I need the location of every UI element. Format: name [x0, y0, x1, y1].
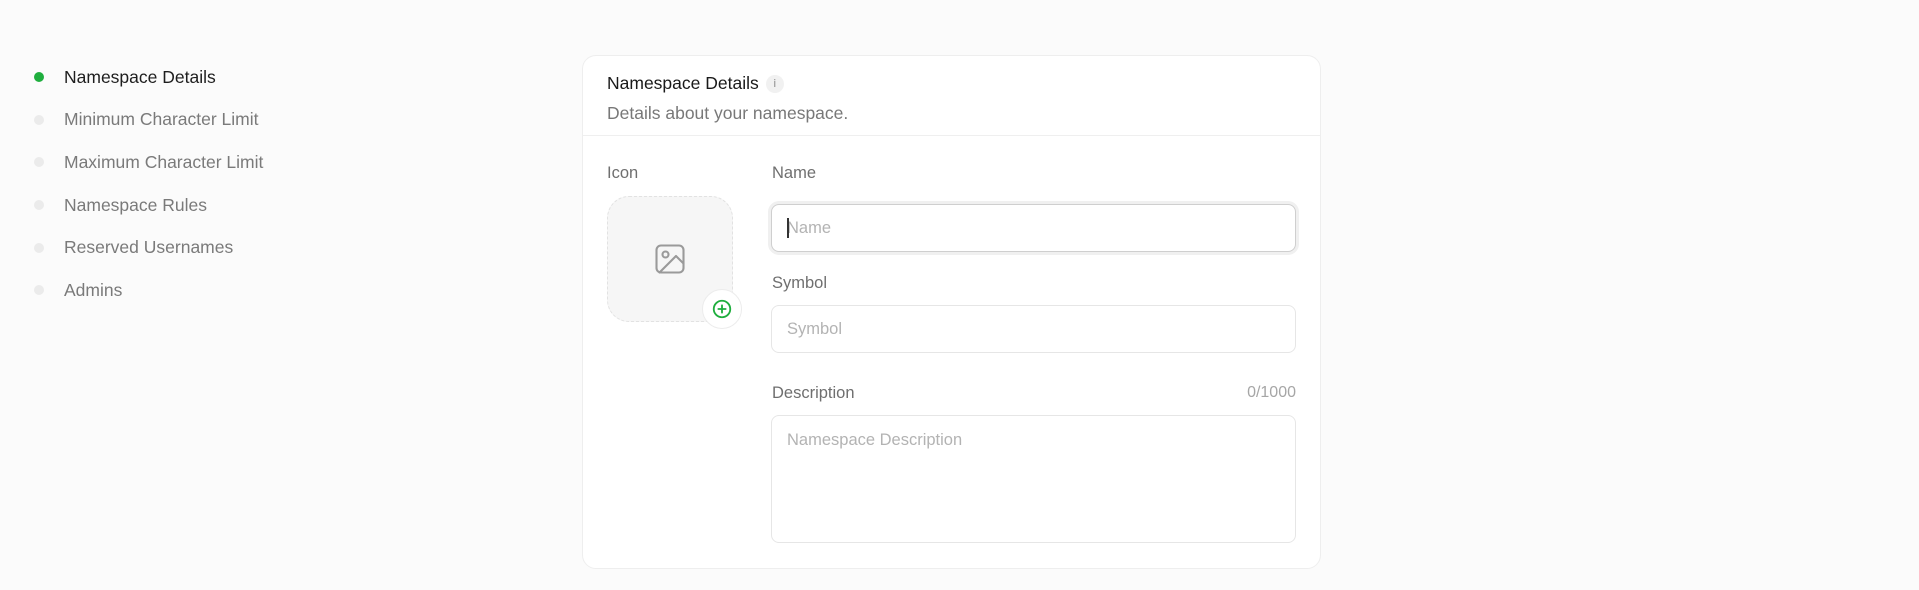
- plus-circle-icon: [712, 299, 732, 319]
- step-label: Namespace Rules: [64, 194, 207, 215]
- text-caret: [787, 218, 789, 238]
- name-input[interactable]: [771, 204, 1296, 252]
- step-indicator-active: [34, 72, 44, 83]
- add-icon-button[interactable]: [702, 289, 742, 329]
- symbol-input[interactable]: [771, 305, 1296, 353]
- step-indicator: [34, 285, 44, 296]
- card-title-row: Namespace Details i: [607, 73, 1296, 94]
- step-navigation: Namespace Details Minimum Character Limi…: [30, 56, 263, 312]
- icon-field-label: Icon: [607, 164, 639, 182]
- card-title: Namespace Details: [607, 73, 759, 93]
- step-label: Namespace Details: [64, 66, 216, 87]
- card-subtitle: Details about your namespace.: [607, 103, 849, 123]
- description-char-counter: 0/1000: [1247, 384, 1296, 401]
- step-admins[interactable]: Admins: [30, 269, 263, 312]
- step-label: Maximum Character Limit: [64, 151, 264, 172]
- step-namespace-rules[interactable]: Namespace Rules: [30, 184, 263, 227]
- step-indicator: [34, 242, 44, 253]
- step-indicator: [34, 200, 44, 211]
- name-field-label: Name: [772, 164, 817, 182]
- description-textarea[interactable]: [771, 415, 1296, 543]
- step-minimum-character-limit[interactable]: Minimum Character Limit: [30, 99, 263, 142]
- step-label: Admins: [64, 279, 123, 300]
- step-namespace-details[interactable]: Namespace Details: [30, 56, 263, 99]
- symbol-field-label: Symbol: [772, 274, 828, 292]
- description-field-label: Description: [772, 384, 855, 402]
- step-maximum-character-limit[interactable]: Maximum Character Limit: [30, 141, 263, 184]
- step-indicator: [34, 157, 44, 168]
- image-placeholder-icon: [655, 244, 685, 274]
- namespace-details-card: Namespace Details i Details about your n…: [582, 55, 1321, 569]
- card-header: Namespace Details i Details about your n…: [583, 56, 1320, 136]
- step-indicator: [34, 114, 44, 125]
- step-label: Minimum Character Limit: [64, 109, 259, 130]
- step-label: Reserved Usernames: [64, 237, 234, 258]
- info-icon[interactable]: i: [765, 74, 784, 93]
- step-reserved-usernames[interactable]: Reserved Usernames: [30, 226, 263, 269]
